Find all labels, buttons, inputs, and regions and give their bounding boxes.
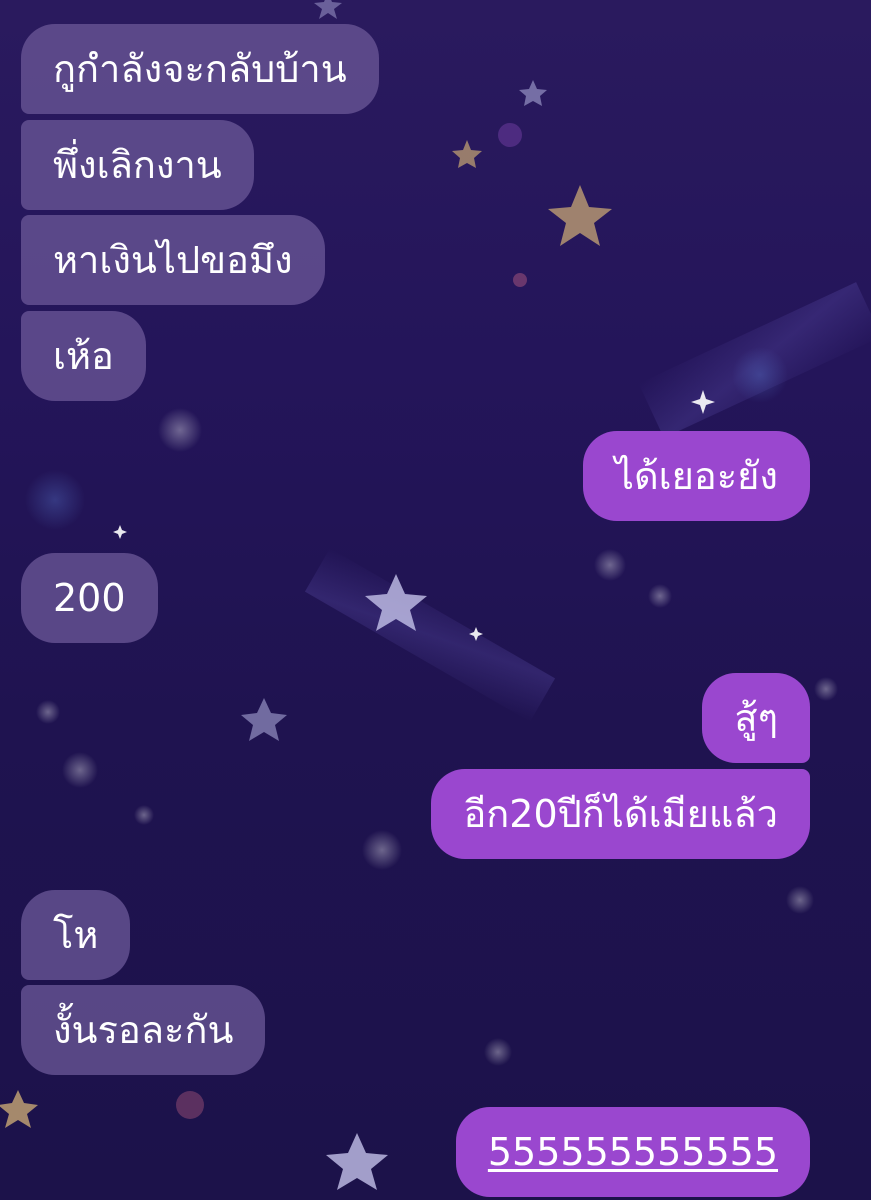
- message-text: ได้เยอะยัง: [614, 454, 778, 498]
- message-bubble-incoming[interactable]: กูกำลังจะกลับบ้าน: [21, 24, 379, 114]
- message-bubble-incoming[interactable]: เห้อ: [21, 311, 146, 401]
- message-bubble-incoming[interactable]: งั้นรอละกัน: [21, 985, 266, 1075]
- message-text: 200: [53, 576, 126, 620]
- message-bubble-outgoing[interactable]: ได้เยอะยัง: [582, 431, 810, 521]
- chat-thread[interactable]: กูกำลังจะกลับบ้าน พึ่งเลิกงาน หาเงินไปขอ…: [0, 0, 871, 1200]
- message-bubble-outgoing[interactable]: สู้ๆ: [702, 673, 810, 763]
- message-link[interactable]: 555555555555: [488, 1133, 778, 1171]
- message-text: กูกำลังจะกลับบ้าน: [53, 47, 347, 91]
- message-bubble-incoming[interactable]: โห: [21, 890, 131, 980]
- message-text: อีก20ปีก็ได้เมียแล้ว: [463, 792, 778, 836]
- message-text: โห: [53, 913, 99, 957]
- message-text: เห้อ: [53, 334, 114, 378]
- message-text: พึ่งเลิกงาน: [53, 143, 222, 187]
- message-text: สู้ๆ: [734, 696, 778, 740]
- message-bubble-incoming[interactable]: พึ่งเลิกงาน: [21, 120, 254, 210]
- message-bubble-incoming[interactable]: 200: [21, 553, 158, 643]
- message-text: หาเงินไปขอมึง: [53, 238, 293, 282]
- message-bubble-outgoing[interactable]: อีก20ปีก็ได้เมียแล้ว: [431, 769, 810, 859]
- message-bubble-outgoing[interactable]: 555555555555: [455, 1107, 810, 1197]
- message-text: งั้นรอละกัน: [53, 1008, 234, 1052]
- message-bubble-incoming[interactable]: หาเงินไปขอมึง: [21, 215, 325, 305]
